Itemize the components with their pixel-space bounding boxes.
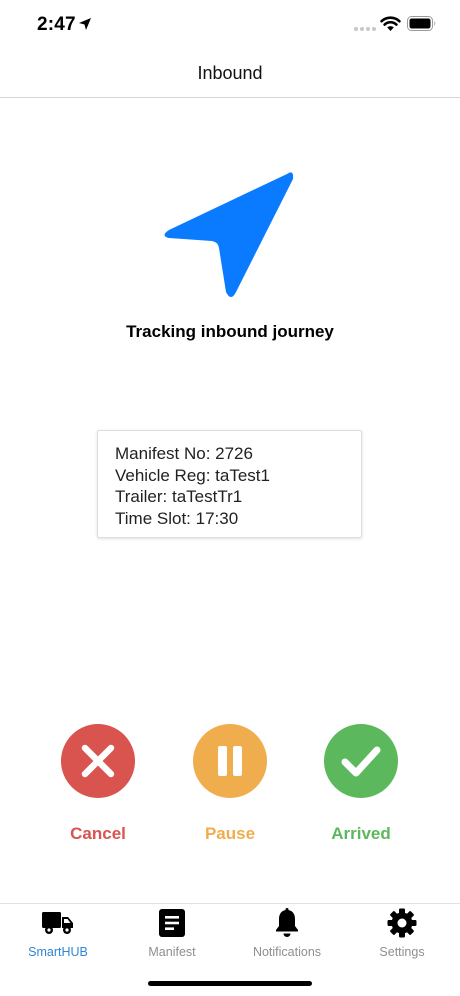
nav-header: Inbound: [0, 50, 460, 98]
check-icon: [341, 746, 381, 777]
tab-label-settings: Settings: [379, 945, 425, 959]
tab-label-manifest: Manifest: [148, 945, 196, 959]
trailer-id: Trailer: taTestTr1: [115, 487, 243, 506]
gear-icon: [387, 908, 417, 938]
inbound-screen: 2:47 Inbound Tracking inbound journey Ma…: [0, 0, 460, 996]
tab-label-smarthub: SmartHUB: [28, 945, 88, 959]
manifest-info-card: Manifest No: 2726 Vehicle Reg: taTest1 T…: [97, 430, 362, 538]
pause-label: Pause: [204, 824, 256, 843]
cancel-label: Cancel: [70, 824, 126, 843]
navigation-arrow-icon: [164, 172, 294, 297]
time-slot: Time Slot: 17:30: [115, 508, 239, 528]
bell-icon: [276, 908, 298, 937]
close-icon: [81, 744, 115, 778]
location-arrow-icon: [79, 18, 91, 30]
tab-notifications[interactable]: Notifications: [232, 908, 342, 959]
status-bar: 2:47: [0, 0, 460, 50]
pause-circle[interactable]: [193, 724, 267, 798]
tab-label-notifications: Notifications: [252, 945, 322, 959]
page-title: Inbound: [197, 63, 263, 83]
status-time: 2:47: [37, 14, 76, 35]
wifi-icon: [380, 16, 401, 31]
vehicle-registration: Vehicle Reg: taTest1: [115, 465, 270, 485]
pause-icon: [218, 746, 242, 776]
cancel-circle[interactable]: [61, 724, 135, 798]
truck-icon: [42, 912, 73, 934]
manifest-number: Manifest No: 2726: [115, 444, 253, 463]
document-icon: [159, 909, 185, 937]
pause-button[interactable]: Pause: [180, 724, 280, 844]
tab-settings[interactable]: Settings: [347, 908, 457, 959]
journey-status-text: Tracking inbound journey: [126, 322, 334, 341]
cancel-button[interactable]: Cancel: [48, 724, 148, 844]
home-indicator[interactable]: [148, 981, 312, 986]
tab-manifest[interactable]: Manifest: [117, 908, 227, 959]
battery-icon: [407, 16, 436, 31]
arrived-circle[interactable]: [324, 724, 398, 798]
tab-smarthub[interactable]: SmartHUB: [3, 908, 113, 959]
arrived-button[interactable]: Arrived: [311, 724, 411, 844]
arrived-label: Arrived: [331, 824, 391, 843]
